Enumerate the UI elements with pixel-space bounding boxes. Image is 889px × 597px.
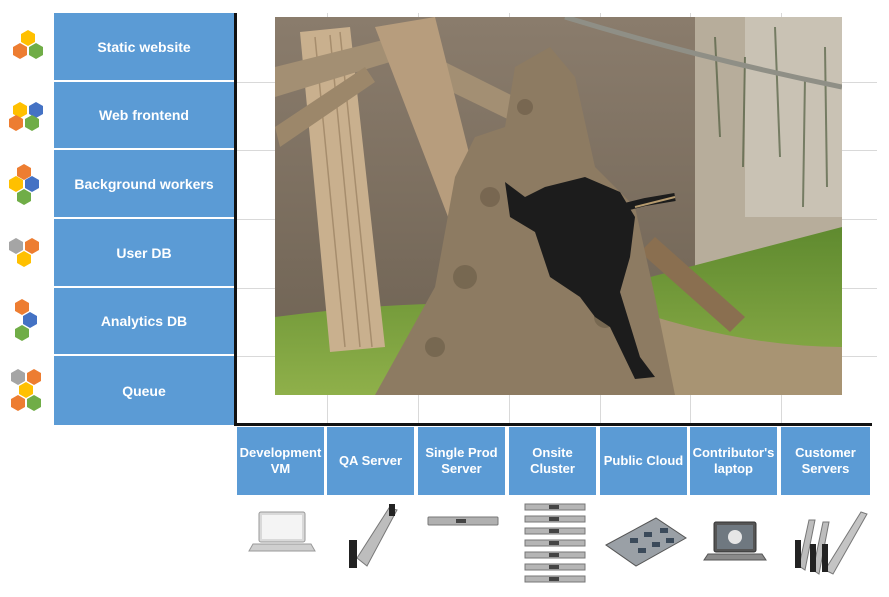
hexagon-cluster-icon (6, 163, 50, 207)
row-label-static-website: Static website (54, 13, 234, 82)
blade-server-icon (327, 500, 416, 590)
hexagon-cluster-icon (6, 28, 50, 72)
laptop-icon (237, 500, 326, 590)
y-axis-line (234, 13, 237, 425)
hexagon-cluster-icon (6, 100, 50, 144)
row-label-user-db: User DB (54, 219, 234, 288)
row-label-background-workers: Background workers (54, 150, 234, 219)
row-label-analytics-db: Analytics DB (54, 288, 234, 356)
col-label-customer-servers: Customer Servers (781, 427, 870, 495)
blade-servers-icon (781, 500, 870, 590)
col-label-development-vm: Development VM (237, 427, 326, 495)
col-label-public-cloud: Public Cloud (600, 427, 689, 495)
circuit-board-icon (600, 500, 689, 590)
col-label-onsite-cluster: Onsite Cluster (509, 427, 598, 495)
dell-laptop-icon (690, 500, 779, 590)
col-label-qa-server: QA Server (327, 427, 416, 495)
hexagon-cluster-icon (6, 298, 50, 342)
col-label-single-prod-server: Single Prod Server (418, 427, 507, 495)
row-label-web-frontend: Web frontend (54, 82, 234, 150)
chimpanzee-photo (275, 17, 842, 395)
rack-server-icon (418, 500, 507, 590)
x-axis-line (234, 423, 872, 426)
server-cluster-icon (509, 500, 598, 590)
col-label-contributors-laptop: Contributor's laptop (690, 427, 779, 495)
hexagon-cluster-icon (6, 368, 50, 412)
hexagon-cluster-icon (6, 236, 50, 280)
row-label-queue: Queue (54, 356, 234, 425)
